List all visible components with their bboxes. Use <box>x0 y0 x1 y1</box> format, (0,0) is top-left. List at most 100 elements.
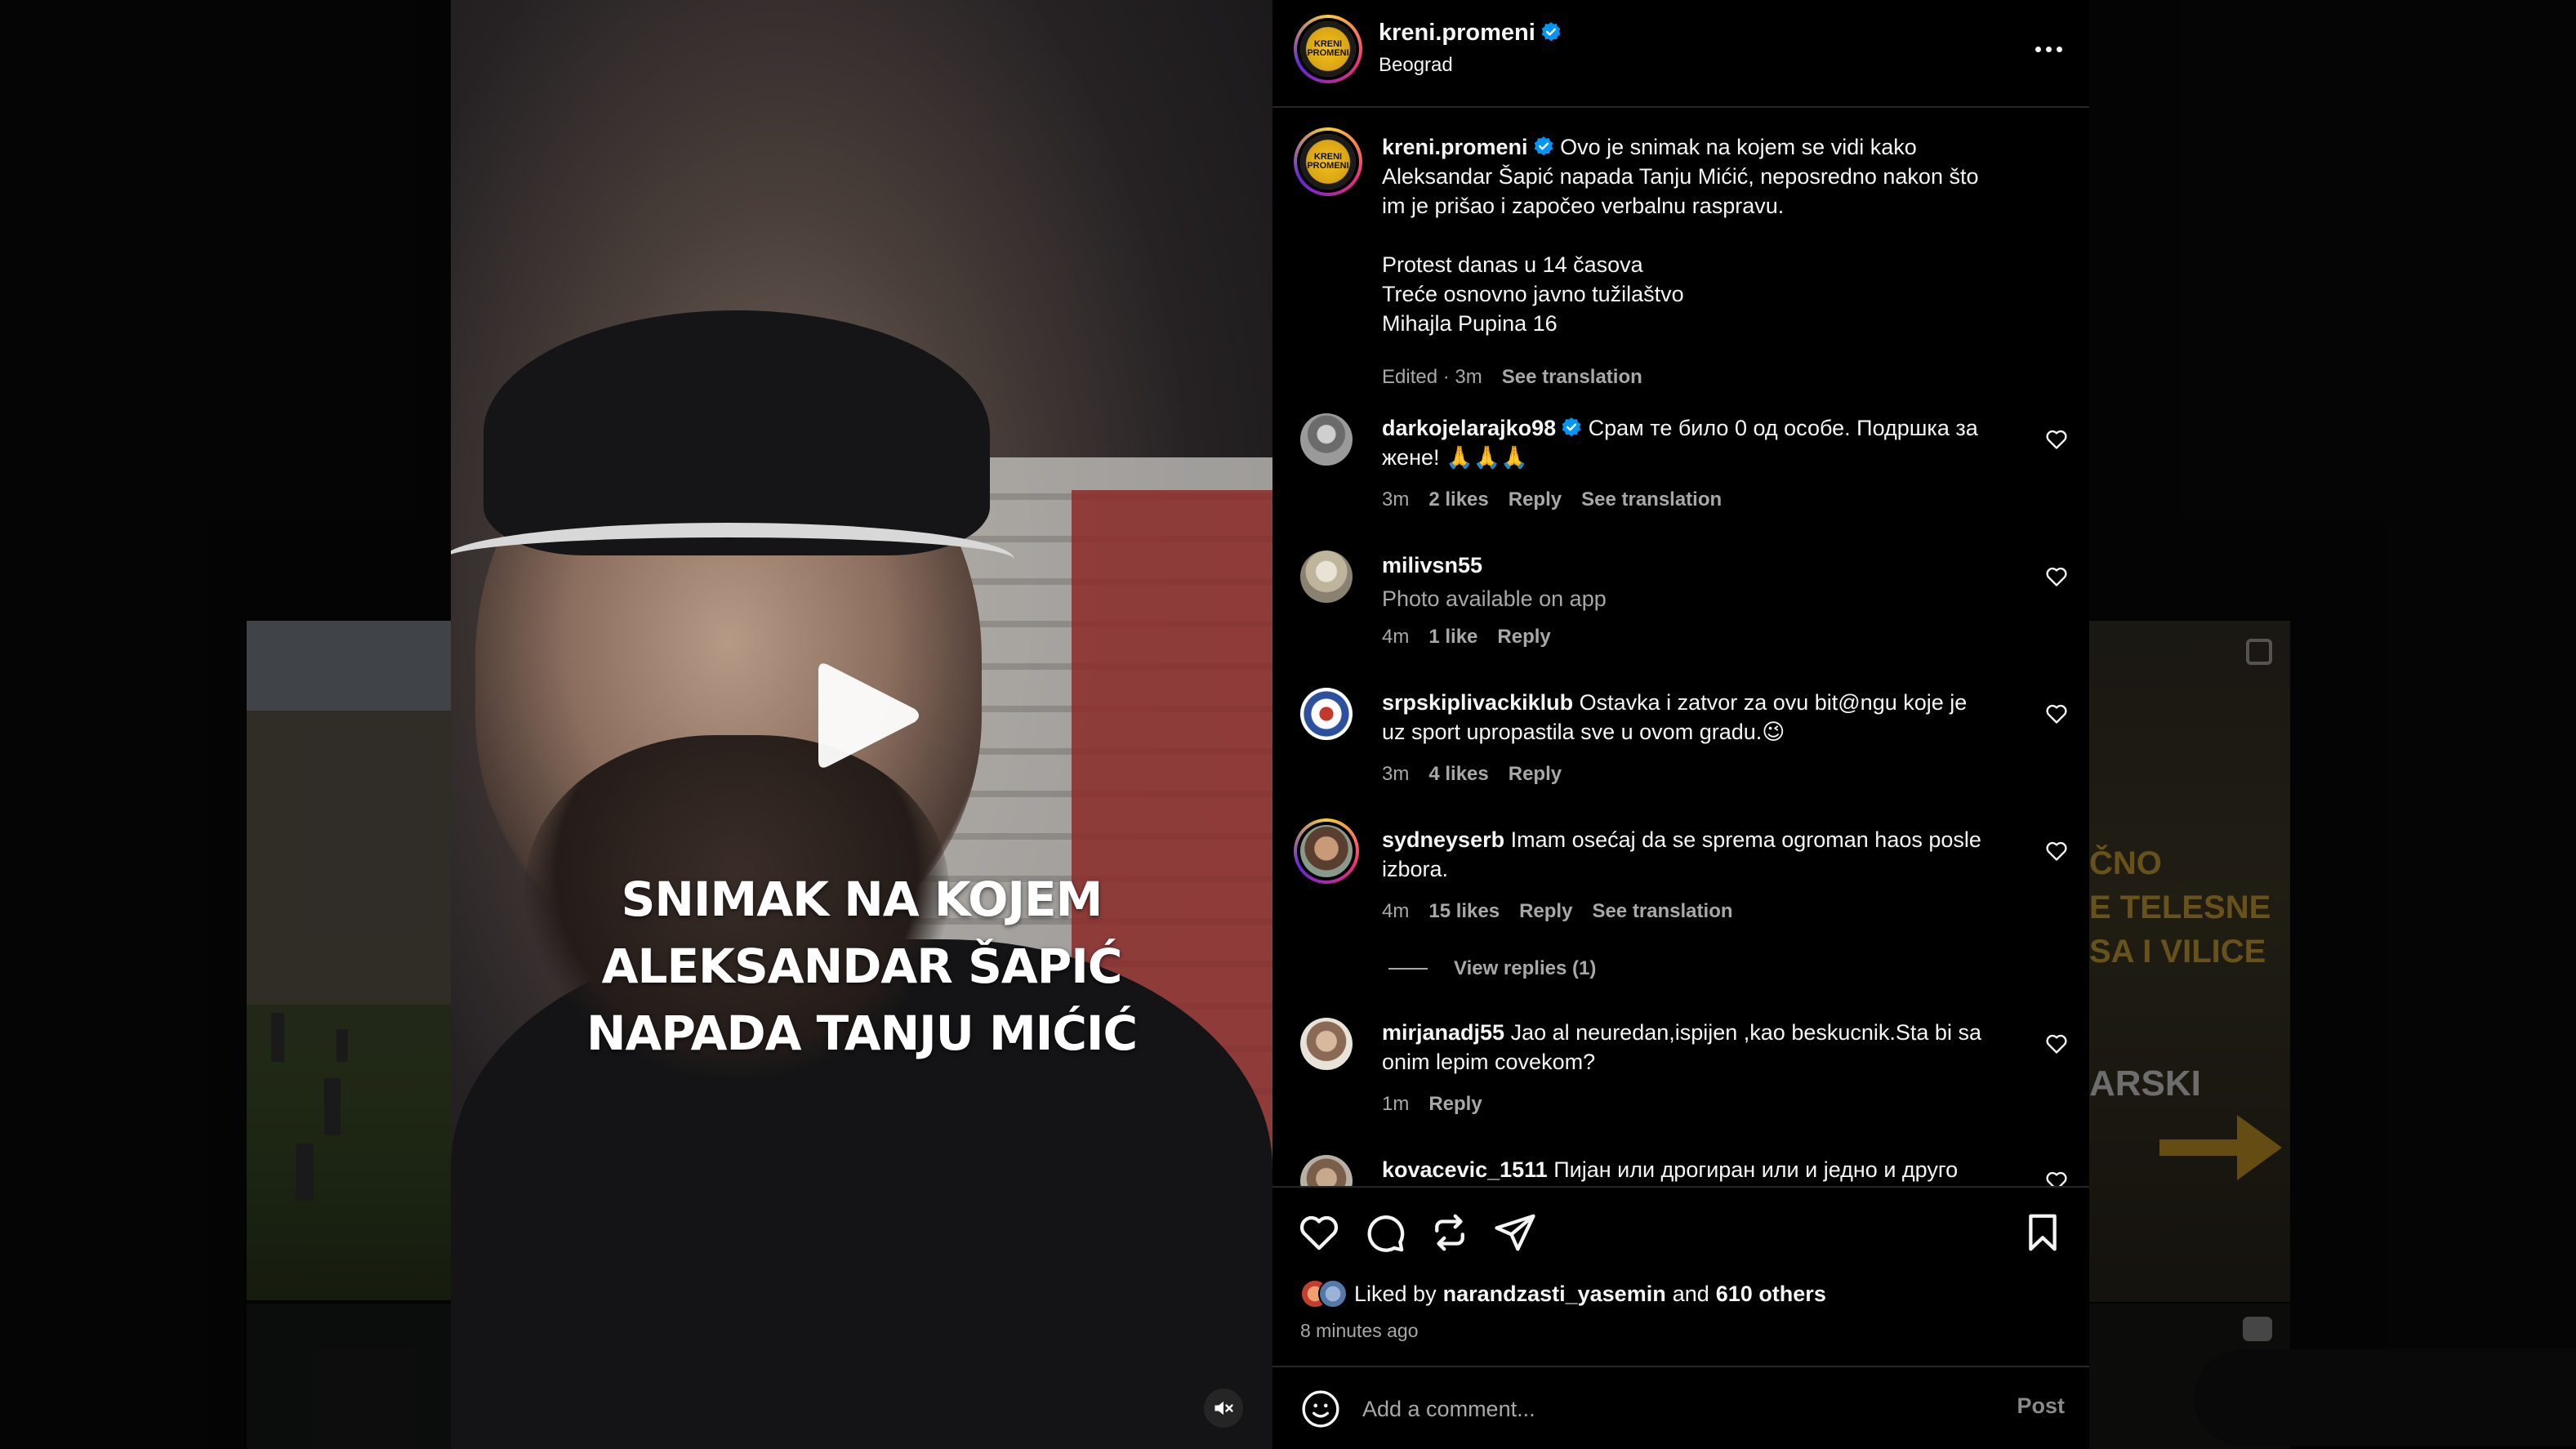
verified-badge-icon <box>1541 22 1561 42</box>
view-replies-button[interactable]: View replies (1) <box>1388 957 1596 980</box>
comment-body: Ostavka i zatvor za ovu bit@ngu koje je <box>1579 690 1968 715</box>
comments-list[interactable]: KRENI PROMENI kreni.promeni Ovo je snima… <box>1272 109 2089 1186</box>
avatar-logo-text: KRENI PROMENI <box>1307 152 1349 171</box>
comment-body: onim lepim covekom? <box>1382 1050 1596 1074</box>
caption-line: im je prišao i započeo verbalnu raspravu… <box>1382 194 1785 218</box>
comment-meta: 3m 4 likes Reply <box>1382 763 1562 786</box>
background-pill <box>2194 1349 2576 1446</box>
comment-likes[interactable]: 15 likes <box>1428 900 1500 923</box>
post-location[interactable]: Beograd <box>1379 54 1453 77</box>
liked-by-others[interactable]: 610 others <box>1716 1282 1826 1307</box>
background-post-right[interactable]: ČNO E TELESNE SA I VILICE ARSKI <box>2089 621 2290 1302</box>
post-comment-button[interactable]: Post <box>2017 1393 2065 1419</box>
view-replies-line <box>1388 968 1428 970</box>
comment-time[interactable]: 4m <box>1382 900 1409 923</box>
comment-time[interactable]: 3m <box>1382 763 1409 786</box>
comment-text: milivsn55 Photo available on app <box>1382 551 2019 617</box>
background-post-text-line: E TELESNE <box>2089 889 2271 925</box>
repost-icon[interactable] <box>1428 1210 1472 1255</box>
reply-button[interactable]: Reply <box>1519 900 1572 923</box>
comment-body: Jao al neuredan,ispijen ,kao beskucnik.S… <box>1510 1020 1981 1045</box>
heart-icon[interactable] <box>2045 428 2068 451</box>
caption-line: Aleksandar Šapić napada Tanju Mićić, nep… <box>1382 164 1979 189</box>
comment-input[interactable] <box>1362 1389 1934 1429</box>
see-translation-link[interactable]: See translation <box>1592 900 1732 923</box>
background-post-left[interactable] <box>247 621 451 1300</box>
video-overlay-line: NAPADA TANJU MIĆIĆ <box>586 1005 1138 1061</box>
view-replies-label[interactable]: View replies (1) <box>1454 957 1596 980</box>
comment-likes[interactable]: 2 likes <box>1428 488 1488 511</box>
comment-text: kovacevic_1511 Пијан или дрогиран или и … <box>1382 1155 2019 1184</box>
video-person-cap-brim <box>451 523 1014 596</box>
verified-badge-icon <box>1562 417 1581 437</box>
comment-likes[interactable]: 4 likes <box>1428 763 1488 786</box>
comment-username[interactable]: milivsn55 <box>1382 553 1482 577</box>
caption-username[interactable]: kreni.promeni <box>1382 135 1528 159</box>
reply-button[interactable]: Reply <box>1509 763 1562 786</box>
heart-icon[interactable] <box>2045 1032 2068 1055</box>
comment-avatar[interactable] <box>1300 688 1353 740</box>
like-heart-icon[interactable] <box>1297 1210 1341 1255</box>
author-username-row[interactable]: kreni.promeni <box>1379 20 1562 47</box>
liker-avatar[interactable] <box>1318 1279 1348 1309</box>
liked-by-user[interactable]: narandzasti_yasemin <box>1443 1282 1666 1307</box>
reply-button[interactable]: Reply <box>1509 488 1562 511</box>
background-post-word: ARSKI <box>2089 1063 2201 1103</box>
comment-avatar[interactable] <box>1300 551 1353 603</box>
reel-icon <box>2243 1317 2272 1341</box>
post-video[interactable]: SNIMAK NA KOJEM ALEKSANDAR ŠAPIĆ NAPADA … <box>451 0 1272 1449</box>
comment-username[interactable]: darkojelarajko98 <box>1382 416 1556 440</box>
video-person-cap <box>484 310 990 555</box>
heart-icon[interactable] <box>2045 565 2068 588</box>
caption-line: Treće osnovno javno tužilaštvo <box>1382 282 1684 306</box>
comment-username[interactable]: kovacevic_1511 <box>1382 1157 1548 1182</box>
heart-icon[interactable] <box>2045 1170 2068 1186</box>
see-translation-link[interactable]: See translation <box>1502 366 1642 389</box>
comment-username[interactable]: sydneyserb <box>1382 827 1504 852</box>
emoji-icon[interactable] <box>1300 1389 1341 1429</box>
caption-meta: Edited · 3m See translation <box>1382 366 1642 389</box>
comment-text: sydneyserb Imam osećaj da se sprema ogro… <box>1382 825 2019 884</box>
field-scene-illustration <box>247 621 451 1201</box>
save-bookmark-icon[interactable] <box>2021 1210 2065 1255</box>
background-post-text-line: ČNO <box>2089 845 2162 881</box>
verified-badge-icon <box>1534 136 1553 156</box>
comment-username[interactable]: srpskiplivackiklub <box>1382 690 1573 715</box>
comment-bubble-icon[interactable] <box>1362 1210 1406 1255</box>
comment-text: srpskiplivackiklub Ostavka i zatvor za o… <box>1382 688 2019 747</box>
comment-avatar[interactable] <box>1300 1155 1353 1186</box>
post-time[interactable]: 8 minutes ago <box>1300 1320 1418 1342</box>
comment-avatar[interactable] <box>1294 818 1359 884</box>
caption-line: Mihajla Pupina 16 <box>1382 311 1558 336</box>
comment-body: Imam osećaj da se sprema ogroman haos po… <box>1510 827 1981 852</box>
comment-time[interactable]: 4m <box>1382 626 1409 649</box>
background-post-left-lower[interactable] <box>247 1304 451 1449</box>
share-send-icon[interactable] <box>1493 1210 1537 1255</box>
comment-avatar[interactable] <box>1300 413 1353 466</box>
video-overlay-text: SNIMAK NA KOJEM ALEKSANDAR ŠAPIĆ NAPADA … <box>451 866 1272 1067</box>
heart-icon[interactable] <box>2045 840 2068 863</box>
comment-meta: 3m 2 likes Reply See translation <box>1382 488 1722 511</box>
heart-icon[interactable] <box>2045 702 2068 725</box>
comment-meta: 1m Reply <box>1382 1093 1482 1116</box>
liked-by-and: and <box>1672 1281 1709 1306</box>
reply-button[interactable]: Reply <box>1497 626 1550 649</box>
more-options-button[interactable] <box>2029 33 2068 65</box>
post-side-panel: KRENI PROMENI kreni.promeni Beograd KREN… <box>1272 0 2089 1449</box>
comment-avatar[interactable] <box>1300 1018 1353 1070</box>
author-avatar[interactable]: KRENI PROMENI <box>1294 15 1362 83</box>
mute-button[interactable] <box>1204 1389 1243 1428</box>
reply-button[interactable]: Reply <box>1428 1093 1482 1116</box>
caption-line: Protest danas u 14 časova <box>1382 252 1643 277</box>
author-avatar[interactable]: KRENI PROMENI <box>1294 127 1362 196</box>
liked-by-prefix: Liked by <box>1354 1281 1437 1306</box>
comment-body: Пијан или дрогиран или и једно и друго <box>1553 1157 1959 1182</box>
caption-text: kreni.promeni Ovo je snimak na kojem se … <box>1382 132 2019 338</box>
see-translation-link[interactable]: See translation <box>1581 488 1722 511</box>
author-username[interactable]: kreni.promeni <box>1379 20 1535 46</box>
comment-username[interactable]: mirjanadj55 <box>1382 1020 1504 1045</box>
play-icon[interactable] <box>815 658 921 773</box>
comment-time[interactable]: 1m <box>1382 1093 1409 1116</box>
comment-time[interactable]: 3m <box>1382 488 1409 511</box>
comment-likes[interactable]: 1 like <box>1428 626 1477 649</box>
